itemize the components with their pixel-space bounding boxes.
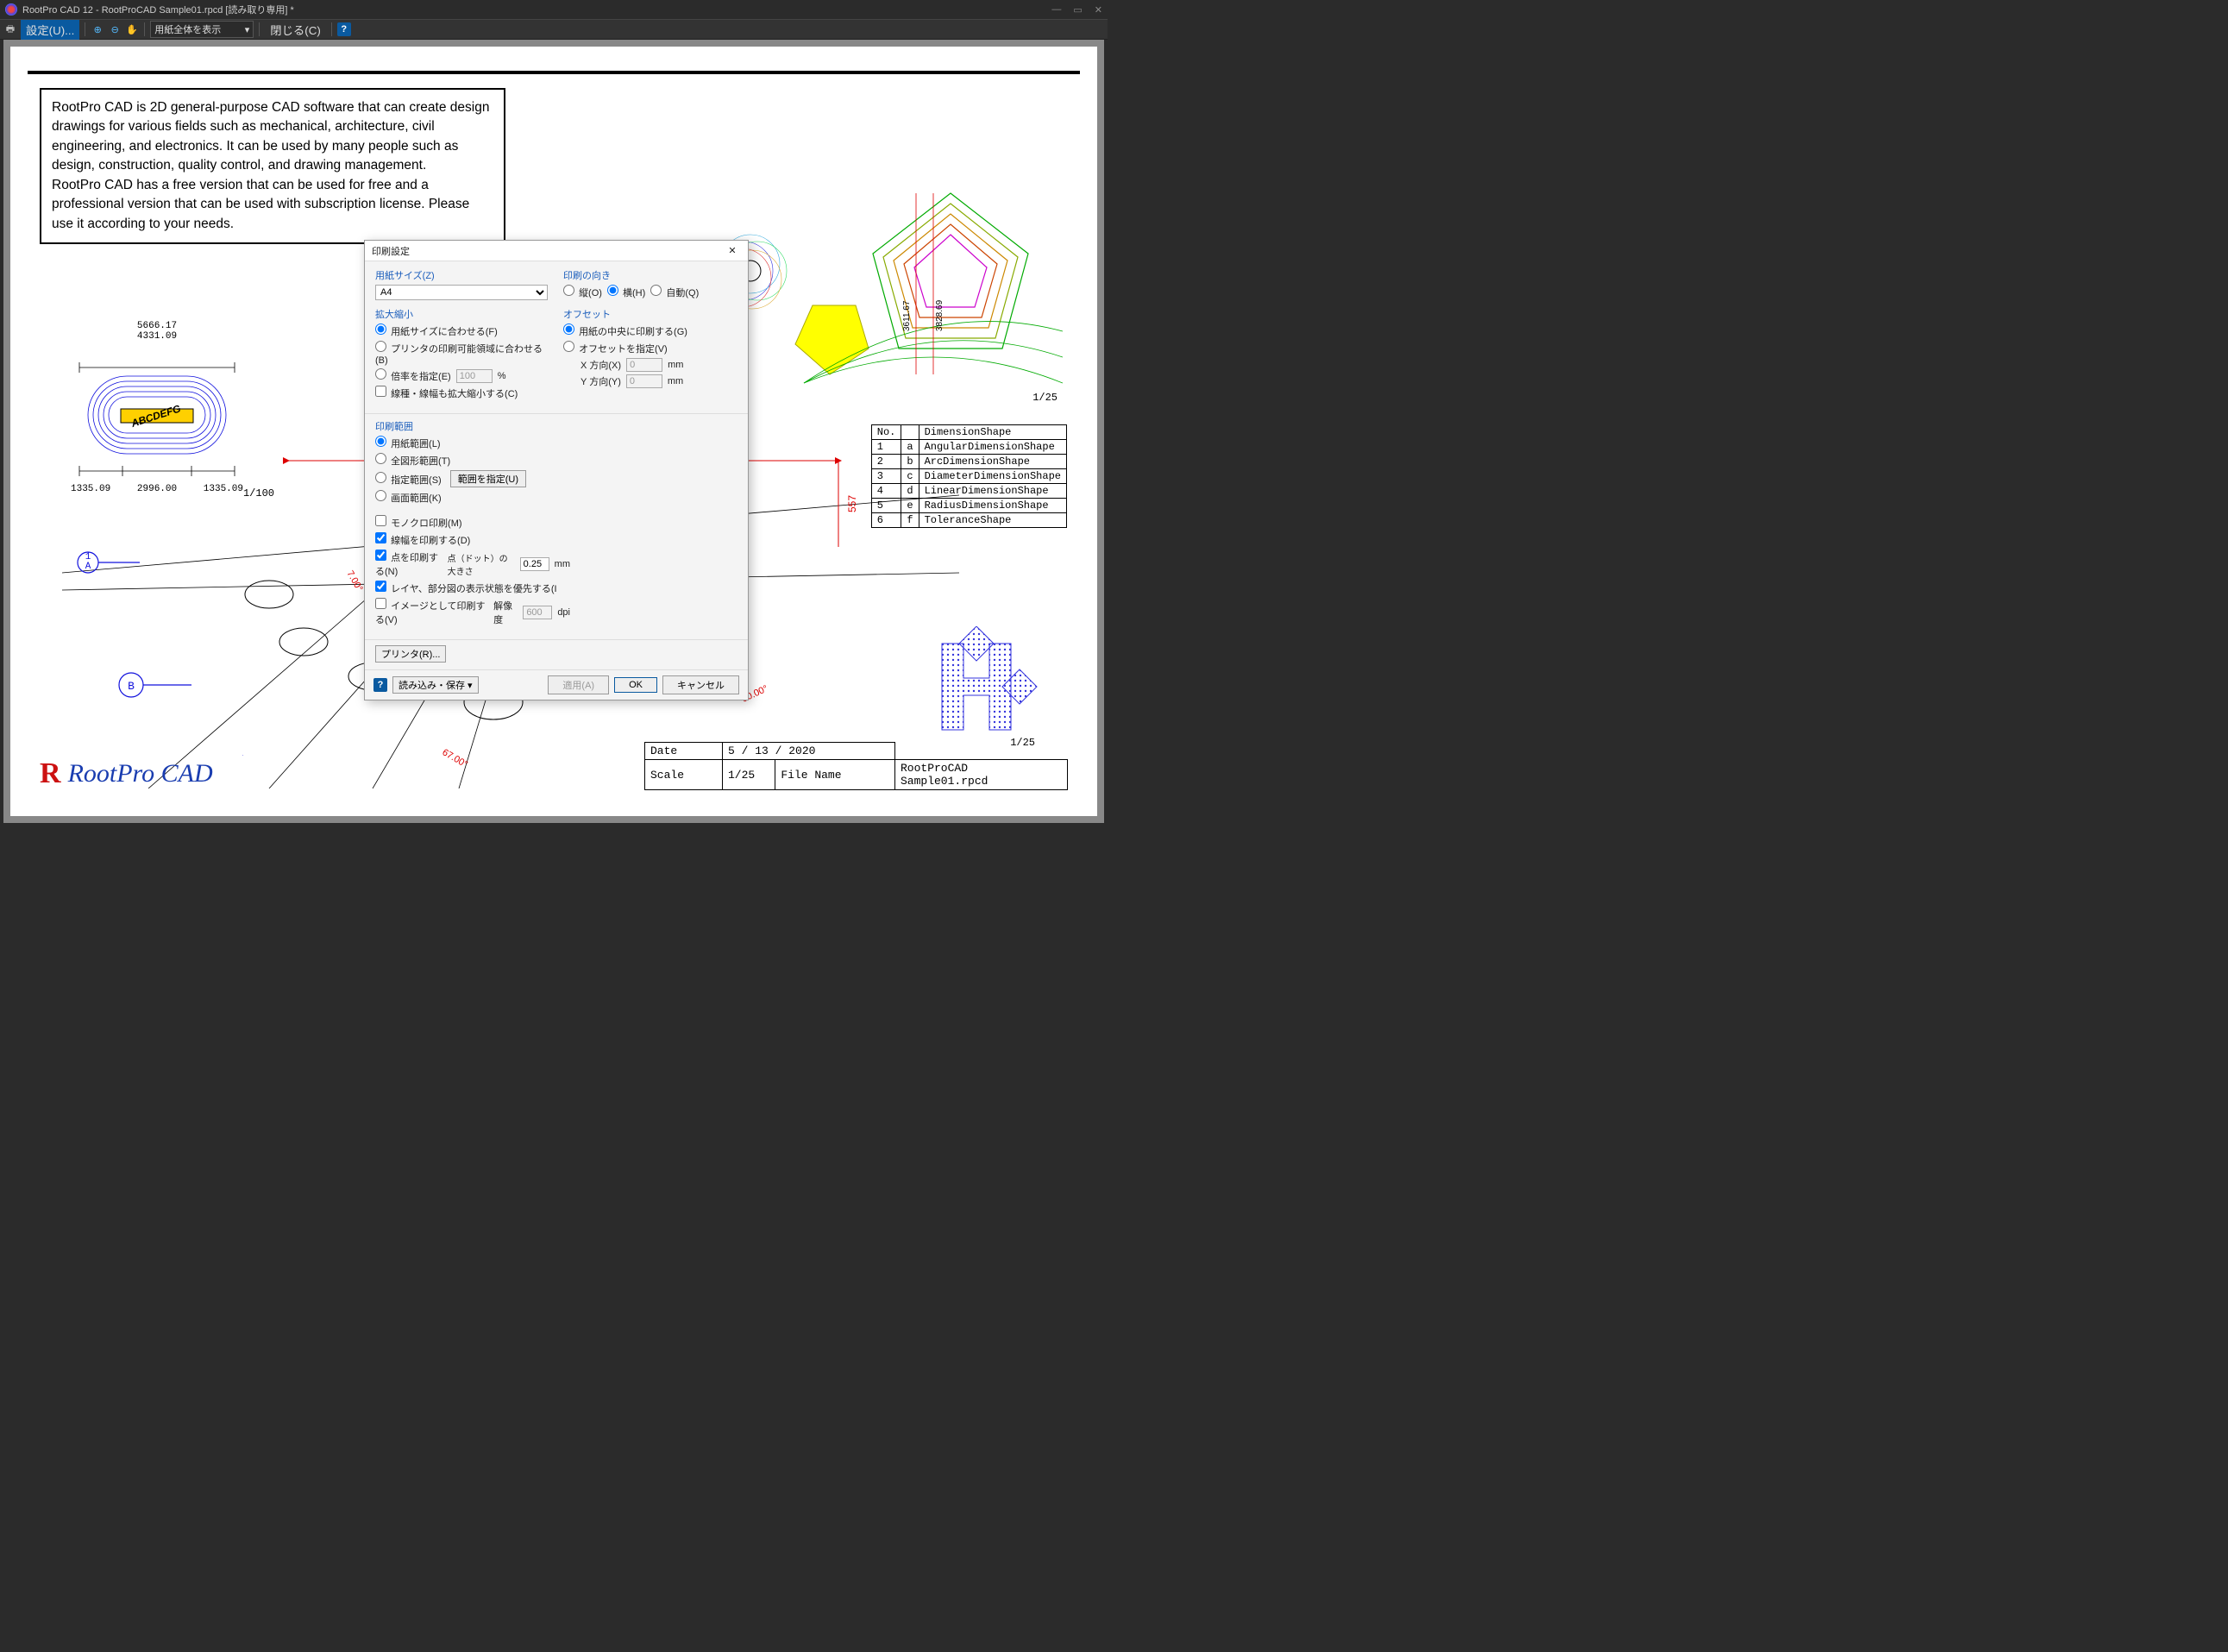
table-row: 1aAngularDimensionShape	[871, 440, 1066, 455]
res-input[interactable]	[523, 606, 552, 619]
offset-specify-radio[interactable]: オフセットを指定(V)	[563, 341, 668, 355]
orient-landscape[interactable]: 横(H)	[607, 285, 645, 299]
specify-range-button[interactable]: 範囲を指定(U)	[450, 470, 526, 487]
offset-center-radio[interactable]: 用紙の中央に印刷する(G)	[563, 323, 687, 338]
logo-label: RootPro CAD	[68, 759, 213, 788]
range-all-radio[interactable]: 全図形範囲(T)	[375, 453, 450, 468]
minimize-icon[interactable]: —	[1051, 4, 1061, 16]
orient-portrait[interactable]: 縦(O)	[563, 285, 602, 299]
orientation-label: 印刷の向き	[563, 268, 736, 282]
title-block: Date 5 / 13 / 2020 Scale 1/25 File Name …	[644, 742, 1068, 790]
ratio-input[interactable]	[456, 369, 493, 383]
range-screen-radio[interactable]: 画面範囲(K)	[375, 490, 442, 505]
paper-size-label: 用紙サイズ(Z)	[375, 268, 548, 282]
as-image-check[interactable]: イメージとして印刷する(V)	[375, 598, 488, 626]
fit-paper-radio[interactable]: 用紙サイズに合わせる(F)	[375, 323, 498, 338]
close-icon[interactable]: ✕	[1095, 4, 1102, 16]
print-icon[interactable]: 🖶	[3, 22, 17, 36]
dot-unit: mm	[555, 559, 570, 569]
load-save-button[interactable]: 読み込み・保存 ▾	[392, 676, 479, 694]
table-row: 4dLinearDimensionShape	[871, 484, 1066, 499]
dot-size-label: 点（ドット）の大きさ	[448, 551, 515, 577]
points-check[interactable]: 点を印刷する(N)	[375, 550, 442, 578]
app-logo-icon	[5, 3, 17, 16]
dot-size-input[interactable]	[520, 557, 549, 571]
description-text: RootPro CAD is 2D general-purpose CAD so…	[52, 98, 493, 234]
offset-y-input[interactable]	[626, 374, 662, 388]
scale-1-25-a: 1/25	[1032, 392, 1058, 404]
help-icon[interactable]: ?	[337, 22, 351, 36]
scaling-label: 拡大縮小	[375, 307, 548, 321]
table-row: 5eRadiusDimensionShape	[871, 499, 1066, 513]
ok-button[interactable]: OK	[614, 677, 657, 693]
dimension-shape-table: No.DimensionShape 1aAngularDimensionShap…	[871, 424, 1067, 528]
print-settings-dialog: 印刷設定 ✕ 用紙サイズ(Z) A4 印刷の向き 縦(O) 横(H) 自動(Q)	[364, 240, 749, 700]
range-paper-radio[interactable]: 用紙範囲(L)	[375, 436, 441, 450]
paper-size-select[interactable]: A4	[375, 285, 548, 300]
offset-x-label: X 方向(X)	[581, 358, 621, 372]
product-logo: R RootPro CAD	[40, 757, 213, 790]
pan-icon[interactable]: ✋	[125, 22, 139, 36]
dialog-help-icon[interactable]: ?	[373, 678, 387, 692]
offset-label: オフセット	[563, 307, 736, 321]
view-mode-label: 用紙全体を表示	[154, 22, 221, 36]
layer-priority-check[interactable]: レイヤ、部分図の表示状態を優先する(I	[375, 581, 557, 595]
offset-x-input[interactable]	[626, 358, 662, 372]
range-specify-radio[interactable]: 指定範囲(S)	[375, 472, 442, 487]
printer-button[interactable]: プリンタ(R)...	[375, 645, 446, 663]
offset-y-unit: mm	[668, 376, 683, 386]
description-box: RootPro CAD is 2D general-purpose CAD so…	[40, 88, 505, 244]
res-unit: dpi	[557, 607, 570, 618]
mono-check[interactable]: モノクロ印刷(M)	[375, 515, 462, 530]
settings-button[interactable]: 設定(U)...	[21, 20, 79, 40]
dialog-title: 印刷設定	[372, 244, 410, 258]
zoom-out-icon[interactable]: ⊖	[108, 22, 122, 36]
offset-x-unit: mm	[668, 360, 683, 370]
logo-r-icon: R	[40, 757, 61, 790]
table-row: 2bArcDimensionShape	[871, 455, 1066, 469]
linewidth-check[interactable]: 線幅を印刷する(D)	[375, 532, 470, 547]
table-row: 3cDiameterDimensionShape	[871, 469, 1066, 484]
ratio-unit: %	[498, 371, 506, 381]
toolbar: 🖶 設定(U)... ⊕ ⊖ ✋ 用紙全体を表示▾ 閉じる(C) ?	[0, 19, 1108, 40]
window-title: RootPro CAD 12 - RootProCAD Sample01.rpc…	[22, 3, 294, 16]
range-label: 印刷範囲	[375, 419, 530, 433]
zoom-in-icon[interactable]: ⊕	[91, 22, 104, 36]
scale-lines-check[interactable]: 線種・線幅も拡大縮小する(C)	[375, 386, 518, 400]
orient-auto[interactable]: 自動(Q)	[650, 285, 699, 299]
fit-printable-radio[interactable]: プリンタの印刷可能領域に合わせる(B)	[375, 341, 548, 366]
view-mode-dropdown[interactable]: 用紙全体を表示▾	[150, 21, 254, 38]
titlebar: RootPro CAD 12 - RootProCAD Sample01.rpc…	[0, 0, 1108, 19]
cancel-button[interactable]: キャンセル	[662, 675, 739, 694]
dialog-close-icon[interactable]: ✕	[724, 245, 741, 256]
offset-y-label: Y 方向(Y)	[581, 374, 621, 388]
maximize-icon[interactable]: ▭	[1073, 4, 1082, 16]
apply-button[interactable]: 適用(A)	[548, 675, 609, 694]
close-button[interactable]: 閉じる(C)	[265, 20, 326, 40]
res-label: 解像度	[493, 599, 518, 626]
ratio-radio[interactable]: 倍率を指定(E)	[375, 368, 451, 383]
table-row: 6fToleranceShape	[871, 513, 1066, 528]
